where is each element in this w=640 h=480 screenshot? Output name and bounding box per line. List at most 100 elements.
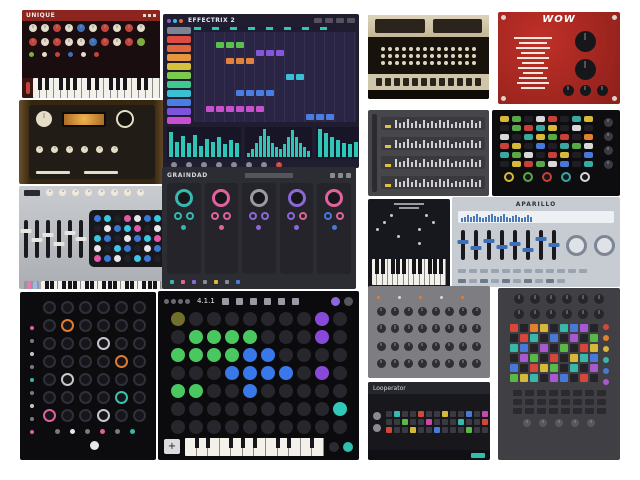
pad[interactable] [279,366,293,380]
add-button[interactable]: + [164,439,180,454]
knob[interactable] [36,146,43,153]
knob[interactable] [578,309,588,319]
knob[interactable] [53,24,61,32]
footer-icon[interactable] [181,280,185,284]
pad[interactable] [333,402,347,416]
pad[interactable] [540,374,548,382]
knob[interactable] [594,294,604,304]
pad[interactable] [570,364,578,372]
pad[interactable] [207,366,221,380]
fader[interactable] [500,230,504,260]
knob[interactable] [418,307,427,316]
key-button[interactable] [444,54,448,58]
pad[interactable] [261,330,275,344]
knob[interactable] [41,24,49,32]
effect-row-label[interactable] [167,36,191,43]
pad[interactable] [585,399,594,405]
pad-knob[interactable] [79,373,92,386]
pad[interactable] [510,354,518,362]
patch-cell[interactable] [584,161,593,167]
knob[interactable] [29,38,37,46]
pad[interactable] [207,330,221,344]
pad[interactable] [207,348,221,362]
key-button[interactable] [430,54,434,58]
slot-cell[interactable] [442,427,448,433]
pad[interactable] [590,324,598,332]
pad-knob[interactable] [133,319,146,332]
pad[interactable] [315,312,329,326]
macro-knob[interactable] [288,189,306,207]
black-key[interactable] [412,259,416,274]
knob[interactable] [81,52,86,57]
pad[interactable] [315,330,329,344]
slot-cell[interactable] [482,419,488,425]
timeline-cell[interactable] [302,27,309,30]
pad[interactable] [279,348,293,362]
knob[interactable] [562,294,572,304]
macro-knob[interactable] [175,189,193,207]
step-cell[interactable] [206,106,214,112]
pad[interactable] [570,344,578,352]
knob[interactable] [391,342,400,351]
knob[interactable] [113,24,121,32]
knob[interactable] [578,294,588,304]
footer-icon[interactable] [225,280,229,284]
matrix-pad[interactable] [114,255,121,262]
patch-cell[interactable] [512,134,521,140]
key-button[interactable] [472,54,476,58]
pad[interactable] [315,420,329,434]
timeline-cell[interactable] [266,27,273,30]
fader[interactable] [46,220,50,258]
knob[interactable] [445,307,454,316]
pad[interactable] [590,354,598,362]
control-cell[interactable] [546,279,554,283]
effect-row-label[interactable] [167,99,191,106]
knob[interactable] [523,419,531,427]
mode-button[interactable] [331,297,340,306]
knob[interactable] [391,359,400,368]
knob[interactable] [432,307,441,316]
nav-dot[interactable] [178,299,183,304]
header-icon[interactable] [346,173,351,178]
slot-cell[interactable] [458,411,464,417]
step-cell[interactable] [246,90,254,96]
control-cell[interactable] [524,279,532,283]
pad-knob[interactable] [115,301,128,314]
pad[interactable] [297,402,311,416]
pad[interactable] [189,312,203,326]
knob[interactable] [580,85,591,96]
header-button[interactable] [143,14,146,17]
patch-cell[interactable] [548,134,557,140]
key-button[interactable] [409,54,413,58]
pad[interactable] [590,334,598,342]
pad[interactable] [573,390,582,396]
toolbar-icon[interactable] [236,298,243,305]
pad-knob[interactable] [61,409,74,422]
key-button[interactable] [381,47,385,51]
pad[interactable] [597,399,606,405]
slot-cell[interactable] [426,419,432,425]
pad[interactable] [550,374,558,382]
pad[interactable] [590,344,598,352]
knob[interactable] [561,172,571,182]
pad[interactable] [585,408,594,414]
key[interactable] [475,78,481,86]
pad[interactable] [510,364,518,372]
slot-cell[interactable] [402,411,408,417]
black-key[interactable] [113,281,117,289]
knob[interactable] [504,172,514,182]
pad[interactable] [207,384,221,398]
pad[interactable] [530,344,538,352]
matrix-pad[interactable] [124,215,131,222]
patch-cell[interactable] [524,125,533,131]
knob[interactable] [597,85,608,96]
knob[interactable] [53,38,61,46]
slot-cell[interactable] [442,411,448,417]
pad-knob[interactable] [79,355,92,368]
black-key[interactable] [142,281,146,289]
pad[interactable] [530,364,538,372]
slot-cell[interactable] [474,411,480,417]
knob[interactable] [89,38,97,46]
control-cell[interactable] [491,279,499,283]
patch-cell[interactable] [512,116,521,122]
